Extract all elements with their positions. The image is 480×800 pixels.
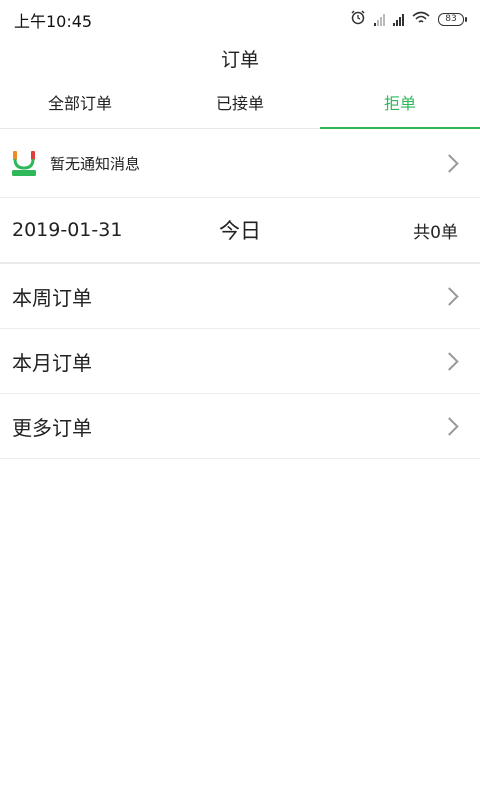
order-tabs: 全部订单 已接单 拒单 <box>0 84 480 129</box>
page-title: 订单 <box>220 49 259 71</box>
signal-2-icon <box>393 12 404 26</box>
tab-all-orders[interactable]: 全部订单 <box>0 84 160 128</box>
tab-rejected[interactable]: 拒单 <box>320 84 480 129</box>
tab-accepted[interactable]: 已接单 <box>160 84 320 128</box>
row-month-orders[interactable]: 本月订单 <box>0 329 480 394</box>
summary-count: 共0单 <box>413 222 458 243</box>
status-time: 上午10:45 <box>14 12 93 31</box>
status-icons: 83 <box>350 9 467 29</box>
alarm-icon <box>350 9 366 29</box>
row-week-orders[interactable]: 本周订单 <box>0 264 480 329</box>
row-more-orders[interactable]: 更多订单 <box>0 394 480 459</box>
notification-row[interactable]: 暂无通知消息 <box>0 129 480 198</box>
chevron-right-icon <box>440 153 459 173</box>
status-bar: 上午10:45 83 <box>0 0 480 36</box>
signal-1-icon <box>374 12 385 26</box>
app-logo-icon <box>10 149 38 177</box>
notification-text: 暂无通知消息 <box>50 154 141 173</box>
row-label: 更多订单 <box>12 415 92 440</box>
battery-icon: 83 <box>438 12 467 26</box>
row-label: 本月订单 <box>12 350 92 375</box>
chevron-right-icon <box>440 351 459 371</box>
chevron-right-icon <box>440 416 459 436</box>
row-label: 本周订单 <box>12 285 92 310</box>
chevron-right-icon <box>440 286 459 306</box>
wifi-icon <box>412 10 430 29</box>
date-summary: 2019-01-31 今日 共0单 <box>0 198 480 264</box>
summary-today: 今日 <box>219 219 261 243</box>
